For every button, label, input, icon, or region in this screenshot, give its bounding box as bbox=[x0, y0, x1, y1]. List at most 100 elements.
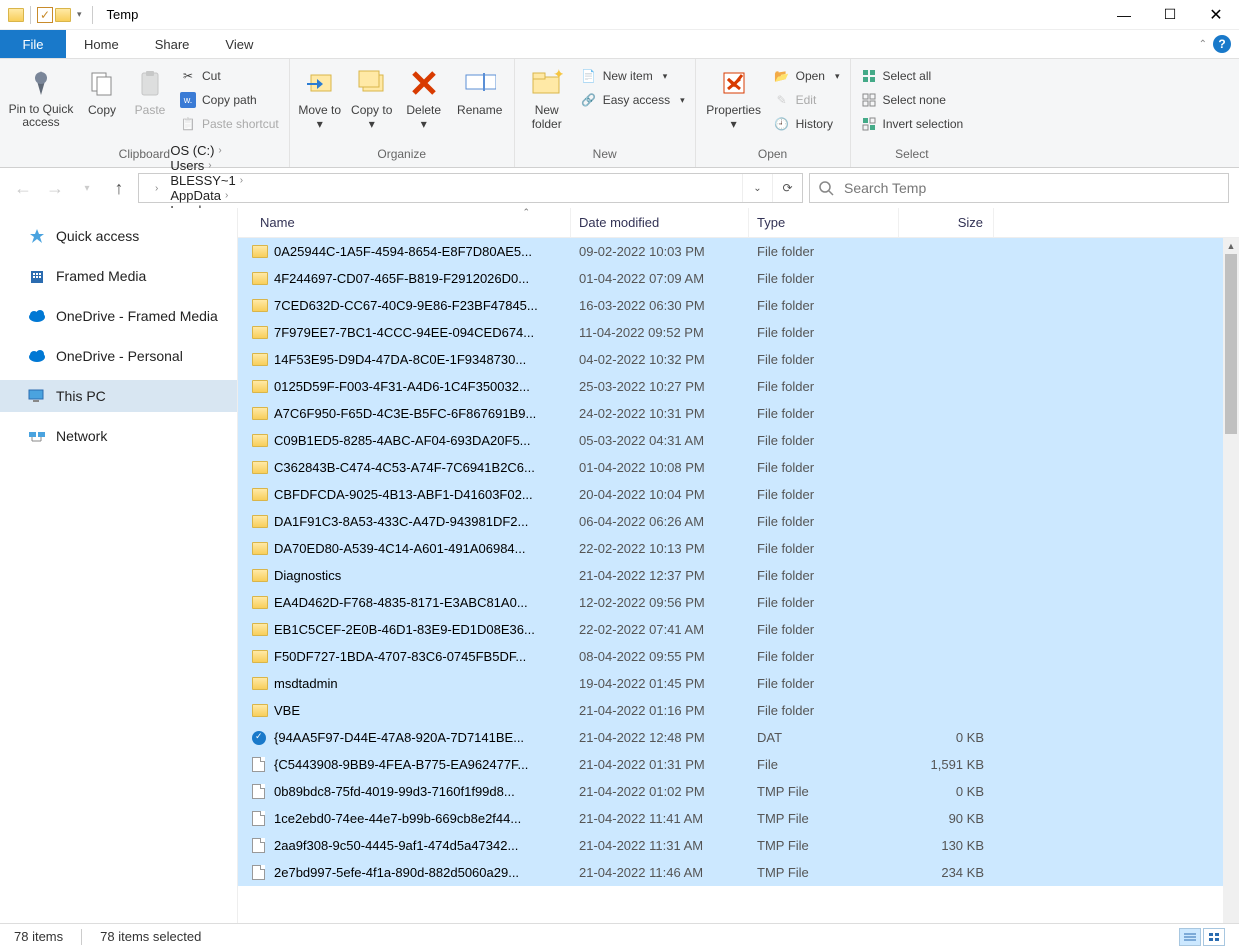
file-row[interactable]: {C5443908-9BB9-4FEA-B775-EA962477F...21-… bbox=[238, 751, 1239, 778]
file-row[interactable]: 2e7bd997-5efe-4f1a-890d-882d5060a29...21… bbox=[238, 859, 1239, 886]
paste-shortcut-button[interactable]: 📋Paste shortcut bbox=[176, 113, 283, 135]
file-type: File folder bbox=[749, 568, 899, 583]
file-row[interactable]: F50DF727-1BDA-4707-83C6-0745FB5DF...08-0… bbox=[238, 643, 1239, 670]
sidebar-item[interactable]: OneDrive - Personal bbox=[0, 340, 237, 372]
file-row[interactable]: CBFDFCDA-9025-4B13-ABF1-D41603F02...20-0… bbox=[238, 481, 1239, 508]
history-button[interactable]: 🕘History bbox=[770, 113, 844, 135]
qat-dropdown-icon[interactable]: ▾ bbox=[73, 9, 86, 20]
file-icon bbox=[252, 865, 265, 880]
file-row[interactable]: A7C6F950-F65D-4C3E-B5FC-6F867691B9...24-… bbox=[238, 400, 1239, 427]
file-row[interactable]: C362843B-C474-4C53-A74F-7C6941B2C6...01-… bbox=[238, 454, 1239, 481]
paste-button[interactable]: Paste bbox=[128, 63, 172, 117]
file-row[interactable]: 1ce2ebd0-74ee-44e7-b99b-669cb8e2f44...21… bbox=[238, 805, 1239, 832]
back-button[interactable]: ← bbox=[10, 175, 36, 201]
new-folder-qat-icon[interactable] bbox=[55, 8, 71, 22]
column-header-date[interactable]: Date modified bbox=[571, 208, 749, 237]
file-type: File folder bbox=[749, 325, 899, 340]
address-dropdown-icon[interactable]: ⌄ bbox=[742, 174, 772, 202]
minimize-button[interactable]: — bbox=[1101, 0, 1147, 30]
file-row[interactable]: C09B1ED5-8285-4ABC-AF04-693DA20F5...05-0… bbox=[238, 427, 1239, 454]
sidebar-item[interactable]: OneDrive - Framed Media bbox=[0, 300, 237, 332]
thumbnails-view-button[interactable] bbox=[1203, 928, 1225, 946]
tab-home[interactable]: Home bbox=[66, 30, 137, 58]
tab-share[interactable]: Share bbox=[137, 30, 208, 58]
column-header-type[interactable]: Type bbox=[749, 208, 899, 237]
properties-qat-icon[interactable]: ✓ bbox=[37, 7, 53, 23]
file-row[interactable]: 7CED632D-CC67-40C9-9E86-F23BF47845...16-… bbox=[238, 292, 1239, 319]
copy-to-button[interactable]: Copy to ▾ bbox=[348, 63, 396, 131]
rename-button[interactable]: Rename bbox=[452, 63, 508, 117]
column-header-size[interactable]: Size bbox=[899, 208, 994, 237]
properties-button[interactable]: Properties▾ bbox=[702, 63, 766, 131]
file-row[interactable]: DA1F91C3-8A53-433C-A47D-943981DF2...06-0… bbox=[238, 508, 1239, 535]
ribbon-group-new: ✦ New folder 📄New item▾ 🔗Easy access▾ Ne… bbox=[515, 59, 696, 167]
details-view-button[interactable] bbox=[1179, 928, 1201, 946]
file-row[interactable]: 2aa9f308-9c50-4445-9af1-474d5a47342...21… bbox=[238, 832, 1239, 859]
cut-button[interactable]: ✂Cut bbox=[176, 65, 283, 87]
quick-access-toolbar: ✓ ▾ bbox=[0, 6, 97, 24]
file-row[interactable]: Diagnostics21-04-2022 12:37 PMFile folde… bbox=[238, 562, 1239, 589]
file-row[interactable]: msdtadmin19-04-2022 01:45 PMFile folder bbox=[238, 670, 1239, 697]
scrollbar-track[interactable]: ▲ bbox=[1223, 238, 1239, 923]
select-all-button[interactable]: Select all bbox=[857, 65, 968, 87]
scrollbar-thumb[interactable] bbox=[1225, 254, 1237, 434]
easy-access-button[interactable]: 🔗Easy access▾ bbox=[577, 89, 689, 111]
new-folder-button[interactable]: ✦ New folder bbox=[521, 63, 573, 131]
breadcrumb-segment[interactable]: OS (C:)› bbox=[164, 143, 249, 158]
file-row[interactable]: 7F979EE7-7BC1-4CCC-94EE-094CED674...11-0… bbox=[238, 319, 1239, 346]
copy-to-label: Copy to ▾ bbox=[348, 103, 396, 131]
folder-icon bbox=[252, 704, 268, 717]
maximize-button[interactable]: ☐ bbox=[1147, 0, 1193, 30]
file-row[interactable]: 0125D59F-F003-4F31-A4D6-1C4F350032...25-… bbox=[238, 373, 1239, 400]
copy-button[interactable]: Copy bbox=[80, 63, 124, 117]
breadcrumb-bar[interactable]: › OS (C:)›Users›BLESSY~1›AppData›Local›T… bbox=[138, 173, 803, 203]
sidebar-item[interactable]: Framed Media bbox=[0, 260, 237, 292]
file-row[interactable]: 4F244697-CD07-465F-B819-F2912026D0...01-… bbox=[238, 265, 1239, 292]
breadcrumb-segment[interactable]: Users› bbox=[164, 158, 249, 173]
breadcrumb-root-chevron[interactable]: › bbox=[149, 174, 164, 202]
help-icon[interactable]: ? bbox=[1213, 35, 1231, 53]
scroll-up-icon[interactable]: ▲ bbox=[1223, 238, 1239, 254]
file-row[interactable]: EA4D462D-F768-4835-8171-E3ABC81A0...12-0… bbox=[238, 589, 1239, 616]
file-type: File folder bbox=[749, 676, 899, 691]
file-row[interactable]: 14F53E95-D9D4-47DA-8C0E-1F9348730...04-0… bbox=[238, 346, 1239, 373]
file-row[interactable]: VBE21-04-2022 01:16 PMFile folder bbox=[238, 697, 1239, 724]
star-icon bbox=[28, 227, 46, 245]
delete-button[interactable]: Delete▾ bbox=[400, 63, 448, 131]
content-pane: Name ⌃ Date modified Type Size ▲ 0A25944… bbox=[238, 208, 1239, 923]
search-input[interactable]: Search Temp bbox=[809, 173, 1229, 203]
pin-to-quick-access-button[interactable]: Pin to Quick access bbox=[6, 63, 76, 129]
recent-dropdown-icon[interactable]: ▾ bbox=[74, 175, 100, 201]
up-button[interactable]: ↑ bbox=[106, 175, 132, 201]
open-button[interactable]: 📂Open▾ bbox=[770, 65, 844, 87]
close-button[interactable]: ✕ bbox=[1193, 0, 1239, 30]
file-type: File folder bbox=[749, 622, 899, 637]
tab-view[interactable]: View bbox=[207, 30, 271, 58]
breadcrumb-segment[interactable]: AppData› bbox=[164, 188, 249, 203]
move-to-button[interactable]: Move to ▾ bbox=[296, 63, 344, 131]
file-row[interactable]: {94AA5F97-D44E-47A8-920A-7D7141BE...21-0… bbox=[238, 724, 1239, 751]
file-row[interactable]: DA70ED80-A539-4C14-A601-491A06984...22-0… bbox=[238, 535, 1239, 562]
file-list[interactable]: ▲ 0A25944C-1A5F-4594-8654-E8F7D80AE5...0… bbox=[238, 238, 1239, 923]
sidebar-item[interactable]: This PC bbox=[0, 380, 237, 412]
ribbon-tabs: File Home Share View ⌃ ? bbox=[0, 30, 1239, 58]
collapse-ribbon-icon[interactable]: ⌃ bbox=[1199, 39, 1207, 50]
ribbon-group-label: New bbox=[521, 147, 689, 165]
edit-button[interactable]: ✎Edit bbox=[770, 89, 844, 111]
file-row[interactable]: 0A25944C-1A5F-4594-8654-E8F7D80AE5...09-… bbox=[238, 238, 1239, 265]
file-row[interactable]: 0b89bdc8-75fd-4019-99d3-7160f1f99d8...21… bbox=[238, 778, 1239, 805]
column-header-name[interactable]: Name ⌃ bbox=[252, 208, 571, 237]
select-none-button[interactable]: Select none bbox=[857, 89, 968, 111]
file-date: 09-02-2022 10:03 PM bbox=[571, 244, 749, 259]
tab-file[interactable]: File bbox=[0, 30, 66, 58]
forward-button[interactable]: → bbox=[42, 175, 68, 201]
sidebar-item[interactable]: Network bbox=[0, 420, 237, 452]
breadcrumb-segment[interactable]: BLESSY~1› bbox=[164, 173, 249, 188]
sidebar-item[interactable]: Quick access bbox=[0, 220, 237, 252]
refresh-button[interactable]: ⟳ bbox=[772, 174, 802, 202]
file-row[interactable]: EB1C5CEF-2E0B-46D1-83E9-ED1D08E36...22-0… bbox=[238, 616, 1239, 643]
invert-selection-button[interactable]: Invert selection bbox=[857, 113, 968, 135]
new-item-button[interactable]: 📄New item▾ bbox=[577, 65, 689, 87]
file-size: 130 KB bbox=[899, 838, 994, 853]
copy-path-button[interactable]: w.Copy path bbox=[176, 89, 283, 111]
